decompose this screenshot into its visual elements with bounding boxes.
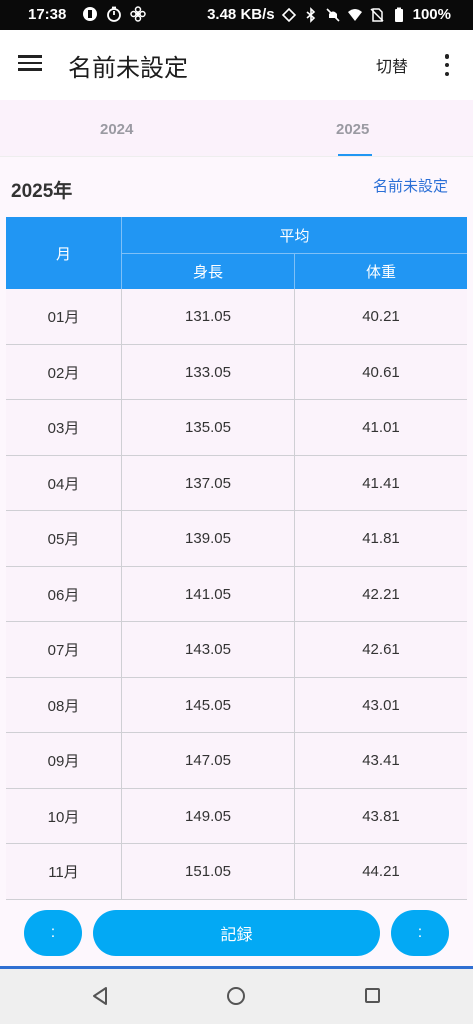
header-weight: 体重 xyxy=(365,264,396,281)
table-row: 09月 147.05 43.41 xyxy=(6,733,467,789)
table-row: 08月 145.05 43.01 xyxy=(6,677,467,733)
month-cell: 10月 xyxy=(6,788,122,844)
weight-cell: 42.21 xyxy=(362,585,400,603)
app-bar: 名前未設定 切替 xyxy=(0,30,473,100)
network-speed: 3.48 KB/s xyxy=(207,6,275,23)
record-button[interactable]: 記録 xyxy=(93,910,380,956)
sync-icon xyxy=(281,7,296,22)
header-average: 平均 xyxy=(122,217,467,254)
right-action-button[interactable]: : xyxy=(391,910,449,956)
weight-cell: 43.81 xyxy=(362,807,400,825)
weight-cell: 43.41 xyxy=(362,752,400,769)
timer-icon xyxy=(107,6,121,22)
height-cell: 135.05 xyxy=(122,400,295,455)
mute-icon xyxy=(326,7,340,22)
no-sim-icon xyxy=(370,7,384,22)
status-time: 17:38 xyxy=(28,6,67,23)
table-row: 02月 133.05 40.61 xyxy=(6,344,467,400)
month-cell: 07月 xyxy=(6,622,122,677)
table-row: 07月 143.05 42.61 xyxy=(6,622,467,678)
height-cell: 131.05 xyxy=(122,289,295,344)
weight-cell: 40.21 xyxy=(362,308,400,325)
back-icon[interactable] xyxy=(91,986,109,1006)
name-link[interactable]: 名前未設定 xyxy=(373,175,448,196)
month-cell: 04月 xyxy=(6,455,122,511)
table-row: 04月 137.05 41.41 xyxy=(6,455,467,511)
weight-cell: 43.01 xyxy=(362,696,400,714)
menu-icon[interactable] xyxy=(18,51,46,79)
height-cell: 145.05 xyxy=(122,677,295,733)
height-cell: 137.05 xyxy=(122,455,295,511)
status-left-icons xyxy=(82,6,146,22)
tab-2024[interactable]: 2024 xyxy=(100,121,133,138)
year-tabs: 2024 2025 xyxy=(0,100,473,157)
table-row: 11月 151.05 44.21 xyxy=(6,844,467,900)
height-cell: 151.05 xyxy=(122,844,295,899)
month-cell: 06月 xyxy=(6,566,122,622)
app-notification-icon xyxy=(83,7,97,21)
battery-icon xyxy=(394,7,403,22)
tab-2025[interactable]: 2025 xyxy=(336,121,369,138)
status-right: 3.48 KB/s 100% xyxy=(207,6,451,23)
weight-cell: 40.61 xyxy=(362,363,400,381)
recent-apps-icon[interactable] xyxy=(365,988,380,1003)
more-options-icon[interactable] xyxy=(438,50,456,80)
wifi-icon xyxy=(347,8,362,21)
month-cell: 09月 xyxy=(6,733,122,788)
weight-cell: 42.61 xyxy=(362,641,400,658)
height-cell: 141.05 xyxy=(122,566,295,622)
height-cell: 149.05 xyxy=(122,788,295,844)
header-height: 身長 xyxy=(122,254,295,289)
table-row: 10月 149.05 43.81 xyxy=(6,788,467,844)
height-cell: 139.05 xyxy=(122,511,295,566)
table-row: 05月 139.05 41.81 xyxy=(6,511,467,567)
table-header: 月 平均 身長 体重 xyxy=(6,217,467,289)
tab-indicator xyxy=(338,154,372,156)
month-cell: 03月 xyxy=(6,400,122,455)
left-action-button[interactable]: : xyxy=(24,910,82,956)
weight-cell: 44.21 xyxy=(362,863,400,880)
month-cell: 08月 xyxy=(6,677,122,733)
year-title: 2025年 xyxy=(11,181,73,202)
height-cell: 143.05 xyxy=(122,622,295,677)
fan-icon xyxy=(130,6,146,22)
home-icon[interactable] xyxy=(227,987,245,1005)
bluetooth-icon xyxy=(306,6,315,23)
data-table: 月 平均 身長 体重 01月 131.05 40.21 02月 133.05 40.61 0… xyxy=(6,217,467,900)
page-title: 名前未設定 xyxy=(68,55,188,82)
switch-button[interactable]: 切替 xyxy=(376,53,408,77)
month-cell: 01月 xyxy=(6,289,122,344)
month-cell: 02月 xyxy=(6,344,122,400)
month-cell: 05月 xyxy=(6,511,122,566)
system-nav-bar xyxy=(0,969,473,1024)
battery-level: 100% xyxy=(412,6,451,23)
weight-cell: 41.41 xyxy=(362,474,400,492)
table-row: 06月 141.05 42.21 xyxy=(6,566,467,622)
weight-cell: 41.01 xyxy=(362,419,400,436)
month-cell: 11月 xyxy=(6,844,122,899)
height-cell: 133.05 xyxy=(122,344,295,400)
table-row: 03月 135.05 41.01 xyxy=(6,400,467,456)
table-row: 01月 131.05 40.21 xyxy=(6,289,467,345)
height-cell: 147.05 xyxy=(122,733,295,788)
status-bar: 17:38 3.48 KB/s 100% xyxy=(0,0,473,30)
header-month: 月 xyxy=(6,217,122,289)
weight-cell: 41.81 xyxy=(362,530,400,547)
